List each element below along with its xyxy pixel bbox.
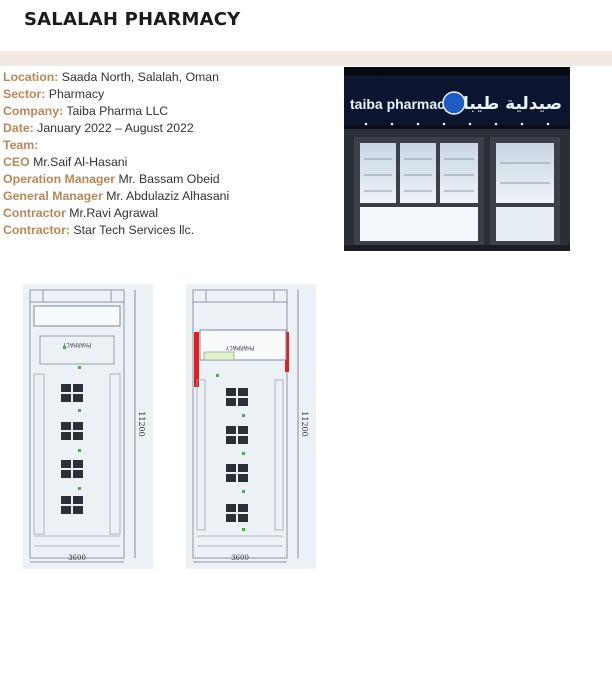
detail-team: Team:: [3, 137, 229, 154]
detail-key: Company:: [3, 104, 64, 118]
detail-key: General Manager: [3, 189, 103, 203]
plan-length-dimension: 11200: [137, 411, 146, 436]
detail-operation-manager: Operation Manager Mr. Bassam Obeid: [3, 171, 229, 188]
detail-ceo: CEO Mr.Saif Al-Hasani: [3, 154, 229, 171]
detail-value: Mr.Ravi Agrawal: [65, 206, 159, 220]
detail-value: Taiba Pharma LLC: [63, 104, 169, 118]
sign-arabic-text: صيدلية طيبا: [463, 94, 562, 114]
detail-value: Saada North, Salalah, Oman: [58, 70, 219, 84]
floor-plan-revised: PHARMACY 11200 3600: [186, 284, 316, 569]
floor-plan-original: PHARMACY 11200 3600: [23, 284, 153, 569]
detail-value: Star Tech Services llc.: [69, 223, 195, 237]
detail-general-manager: General Manager Mr. Abdulaziz Alhasani: [3, 188, 229, 205]
detail-value: Mr. Abdulaziz Alhasani: [102, 189, 230, 203]
floor-plan-drawing: PHARMACY 11200 3600: [192, 289, 309, 563]
sign-latin-text: taiba pharmacy: [350, 96, 453, 112]
detail-key: Contractor: [3, 206, 66, 220]
plan-width-dimension: 3600: [68, 554, 86, 562]
plan-width-dimension: 3600: [231, 554, 249, 562]
detail-contractor: Contractor Mr.Ravi Agrawal: [3, 205, 229, 222]
detail-key: Contractor:: [3, 223, 70, 237]
project-details: Location: Saada North, Salalah, Oman Sec…: [3, 69, 229, 239]
plan-length-dimension: 11200: [300, 411, 309, 436]
detail-value: Pharmacy: [45, 87, 105, 101]
detail-key: Sector:: [3, 87, 46, 101]
logo-icon: [442, 91, 466, 115]
detail-location: Location: Saada North, Salalah, Oman: [3, 69, 229, 86]
detail-key: Team:: [3, 138, 39, 152]
detail-key: Date:: [3, 121, 34, 135]
plan-room-label: PHARMACY: [225, 344, 254, 351]
plan-room-label: PHARMACY: [62, 341, 91, 348]
detail-sector: Sector: Pharmacy: [3, 86, 229, 103]
detail-contractor-company: Contractor: Star Tech Services llc.: [3, 222, 229, 239]
detail-company: Company: Taiba Pharma LLC: [3, 103, 229, 120]
storefront-photo: taiba pharmacy صيدلية طيبا: [344, 67, 570, 251]
detail-value: Mr.Saif Al-Hasani: [29, 155, 128, 169]
detail-key: Location:: [3, 70, 59, 84]
detail-key: Operation Manager: [3, 172, 116, 186]
detail-value: Mr. Bassam Obeid: [115, 172, 220, 186]
detail-key: CEO: [3, 155, 30, 169]
storefront-illustration: taiba pharmacy صيدلية طيبا: [344, 67, 570, 251]
detail-date: Date: January 2022 – August 2022: [3, 120, 229, 137]
page-title: SALALAH PHARMACY: [24, 9, 241, 30]
wall-highlight-left: [194, 332, 199, 387]
header-band: [0, 51, 612, 66]
detail-value: January 2022 – August 2022: [33, 121, 194, 135]
floor-plan-drawing: PHARMACY 11200 3600: [29, 289, 146, 563]
